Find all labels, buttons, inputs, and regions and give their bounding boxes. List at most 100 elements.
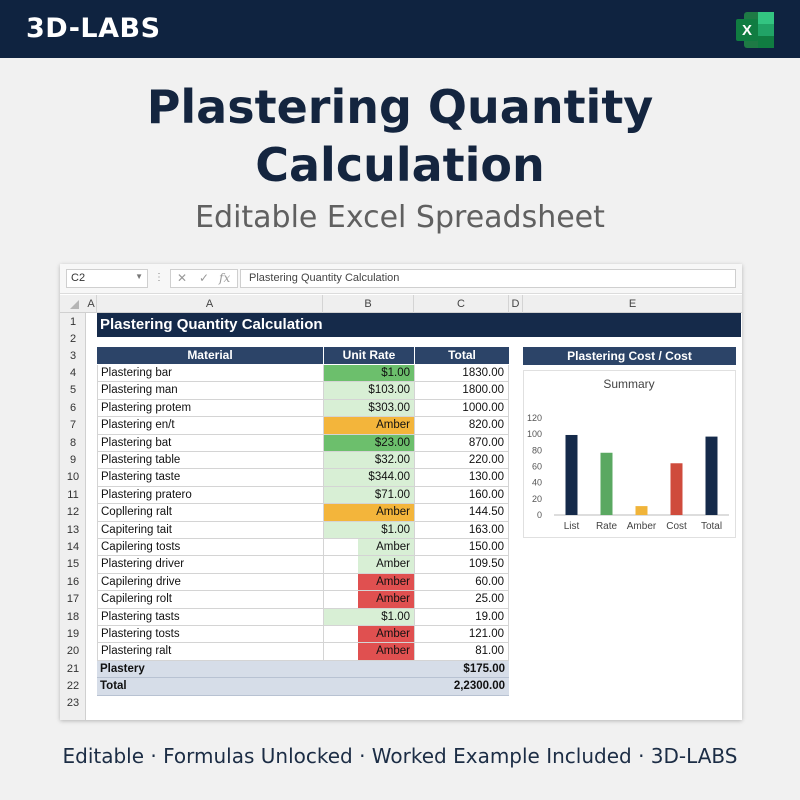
row-number[interactable]: 19 [60, 628, 86, 640]
total-cell[interactable]: 25.00 [414, 591, 509, 609]
row-number[interactable]: 18 [60, 611, 86, 623]
material-cell[interactable]: Plastering driver [97, 556, 323, 574]
unit-rate-cell[interactable]: Amber [323, 591, 414, 609]
material-cell[interactable]: Plastering pratero [97, 486, 323, 505]
spreadsheet-window: C2 ▼ ⋮ ✕ ✓ fx Plastering Quantity Calcul… [60, 264, 742, 720]
unit-rate-cell[interactable]: $344.00 [323, 469, 414, 487]
row-number[interactable]: 3 [60, 350, 86, 362]
material-cell[interactable]: Plastering tasts [97, 608, 323, 626]
unit-rate-cell[interactable]: Amber [323, 417, 414, 435]
select-all-corner[interactable] [70, 300, 79, 309]
col-header-c[interactable]: C [414, 295, 509, 313]
material-cell[interactable]: Plastering bat [97, 434, 323, 452]
col-header-a2[interactable]: A [97, 295, 323, 313]
total-cell[interactable]: 81.00 [414, 643, 509, 661]
unit-rate-cell[interactable]: Amber [323, 643, 414, 661]
chevron-down-icon[interactable]: ▼ [135, 272, 143, 281]
row-number[interactable]: 10 [60, 471, 86, 483]
total-cell[interactable]: 144.50 [414, 504, 509, 522]
material-cell[interactable]: Plastering tosts [97, 626, 323, 644]
row-number[interactable]: 16 [60, 576, 86, 588]
row-number[interactable]: 9 [60, 454, 86, 466]
material-cell[interactable]: Plastering man [97, 382, 323, 400]
total-cell[interactable]: 19.00 [414, 608, 509, 626]
total-cell[interactable]: 130.00 [414, 469, 509, 487]
total-cell[interactable]: 1000.00 [414, 399, 509, 418]
name-box[interactable]: C2 ▼ [66, 269, 148, 288]
formula-input[interactable]: Plastering Quantity Calculation [240, 269, 736, 288]
unit-rate-cell[interactable]: $103.00 [323, 382, 414, 400]
row-number[interactable]: 20 [60, 645, 86, 657]
total-cell[interactable]: 220.00 [414, 452, 509, 470]
row-number[interactable]: 13 [60, 524, 86, 536]
summary-chart[interactable]: Summary 0 20 40 60 80 100 120 List Rate Amber Cost T… [523, 370, 736, 538]
total-cell[interactable]: 121.00 [414, 626, 509, 644]
summary-row-value[interactable]: $175.00 [415, 661, 509, 678]
row-number[interactable]: 8 [60, 437, 86, 449]
total-cell[interactable]: 1830.00 [414, 365, 509, 383]
material-cell[interactable]: Copllering ralt [97, 504, 323, 522]
unit-rate-cell[interactable]: $32.00 [323, 452, 414, 470]
row-number[interactable]: 12 [60, 506, 86, 518]
unit-rate-cell[interactable]: Amber [323, 539, 414, 557]
unit-rate-cell[interactable]: $303.00 [323, 399, 414, 418]
confirm-icon[interactable]: ✓ [199, 271, 209, 285]
total-cell[interactable]: 150.00 [414, 539, 509, 557]
function-icon[interactable]: fx [219, 271, 230, 285]
row-number[interactable]: 7 [60, 419, 86, 431]
unit-rate-cell[interactable]: $23.00 [323, 434, 414, 452]
material-cell[interactable]: Plastering taste [97, 469, 323, 487]
col-header-e[interactable]: E [523, 295, 742, 313]
row-number[interactable]: 17 [60, 593, 86, 605]
total-cell[interactable]: 870.00 [414, 434, 509, 452]
x-tick-label: Rate [596, 521, 618, 532]
unit-rate-cell[interactable]: $71.00 [323, 486, 414, 505]
cancel-icon[interactable]: ✕ [177, 271, 187, 285]
total-cell[interactable]: 820.00 [414, 417, 509, 435]
row-number[interactable]: 21 [60, 663, 86, 675]
row-number[interactable]: 14 [60, 541, 86, 553]
unit-rate-cell[interactable]: $1.00 [323, 521, 414, 539]
total-cell[interactable]: 1800.00 [414, 382, 509, 400]
y-tick-label: 120 [527, 413, 542, 423]
material-cell[interactable]: Plastering ralt [97, 643, 323, 661]
bar-amber [635, 506, 648, 515]
y-tick-label: 0 [537, 510, 542, 520]
header-material: Material [97, 347, 323, 364]
col-header-a[interactable]: A [86, 295, 97, 313]
row-number[interactable]: 6 [60, 402, 86, 414]
x-tick-label: Cost [666, 521, 687, 532]
row-number[interactable]: 2 [60, 333, 86, 345]
material-cell[interactable]: Plastering protem [97, 399, 323, 418]
summary-row-value[interactable]: 2,2300.00 [415, 678, 509, 695]
material-cell[interactable]: Plastering bar [97, 365, 323, 383]
material-cell[interactable]: Capilering tosts [97, 539, 323, 557]
unit-rate-cell[interactable]: $1.00 [323, 365, 414, 383]
bar-total [705, 436, 718, 515]
col-header-b[interactable]: B [323, 295, 414, 313]
material-cell[interactable]: Capilering drive [97, 573, 323, 592]
row-number[interactable]: 23 [60, 697, 86, 709]
row-number[interactable]: 4 [60, 367, 86, 379]
material-cell[interactable]: Capitering tait [97, 521, 323, 539]
col-header-d[interactable]: D [509, 295, 523, 313]
total-cell[interactable]: 60.00 [414, 573, 509, 592]
row-number[interactable]: 15 [60, 558, 86, 570]
total-cell[interactable]: 109.50 [414, 556, 509, 574]
row-number[interactable]: 5 [60, 384, 86, 396]
unit-rate-cell[interactable]: Amber [323, 573, 414, 592]
material-cell[interactable]: Plastering table [97, 452, 323, 470]
svg-text:X: X [742, 22, 752, 39]
material-cell[interactable]: Plastering en/t [97, 417, 323, 435]
total-cell[interactable]: 160.00 [414, 486, 509, 505]
row-number[interactable]: 1 [60, 316, 86, 328]
total-cell[interactable]: 163.00 [414, 521, 509, 539]
row-number[interactable]: 22 [60, 680, 86, 692]
unit-rate-cell[interactable]: Amber [323, 626, 414, 644]
material-cell[interactable]: Capilering rolt [97, 591, 323, 609]
bar-list [565, 434, 578, 515]
row-number[interactable]: 11 [60, 489, 86, 501]
unit-rate-cell[interactable]: $1.00 [323, 608, 414, 626]
unit-rate-cell[interactable]: Amber [323, 504, 414, 522]
unit-rate-cell[interactable]: Amber [323, 556, 414, 574]
